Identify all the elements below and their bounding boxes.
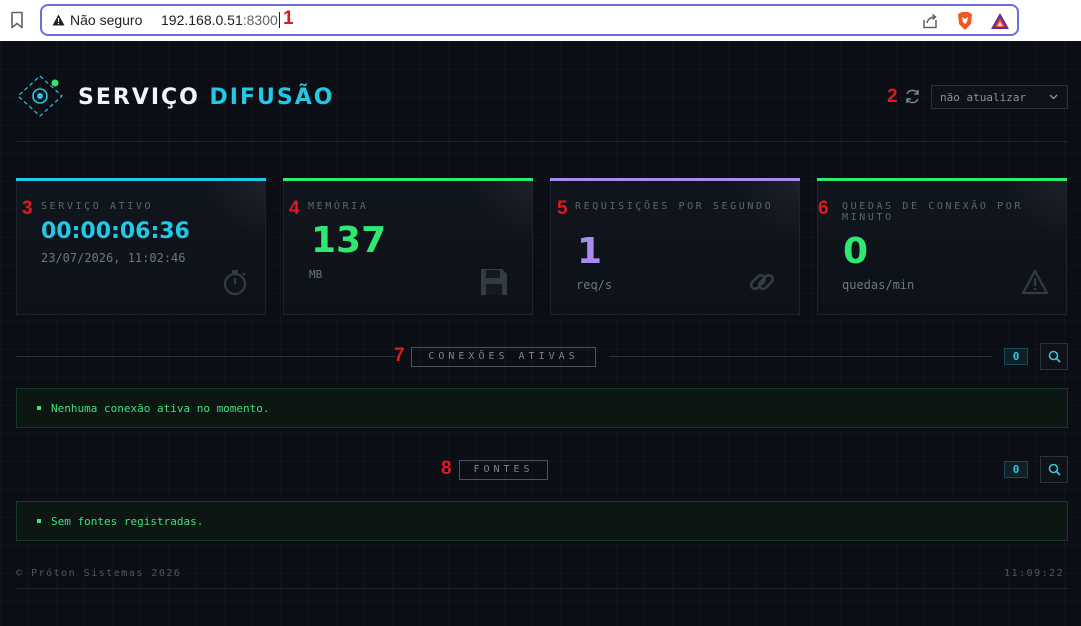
card-label: SERVIÇO ATIVO [41, 201, 154, 212]
bullet-icon [37, 519, 41, 523]
card-accent-bar [16, 178, 266, 181]
section-divider-right [609, 356, 992, 357]
annotation-8: 8 [441, 458, 452, 479]
text-cursor [278, 12, 280, 28]
app-title-part1: SERVIÇO [78, 85, 200, 110]
card-requests: 5 REQUISIÇÕES POR SEGUNDO 1 req/s [550, 178, 800, 315]
browser-toolbar: Não seguro 192.168.0.51:8300 1 [0, 0, 1081, 41]
footer-copyright: © Próton Sistemas 2026 [16, 568, 182, 579]
card-accent-bar [817, 178, 1067, 181]
security-status-label[interactable]: Não seguro [70, 12, 142, 28]
logo-icon [17, 75, 63, 117]
share-icon[interactable] [921, 12, 939, 30]
requests-value: 1 [577, 231, 603, 272]
card-label: REQUISIÇÕES POR SEGUNDO [575, 201, 774, 212]
stopwatch-icon [223, 270, 247, 296]
sources-count-badge: 0 [1004, 461, 1028, 478]
app-title: SERVIÇO DIFUSÃO [78, 85, 334, 110]
bookmark-icon[interactable] [10, 11, 24, 29]
start-timestamp: 23/07/2026, 11:02:46 [41, 251, 186, 265]
url-text[interactable]: 192.168.0.51:8300 [161, 12, 280, 28]
url-host: 192.168.0.51 [161, 12, 243, 28]
link-icon [749, 273, 775, 291]
chevron-down-icon [1049, 94, 1058, 100]
requests-unit: req/s [576, 278, 613, 292]
card-accent-bar [283, 178, 533, 181]
refresh-interval-select[interactable]: não atualizar [931, 85, 1068, 109]
connections-search-button[interactable] [1040, 343, 1068, 370]
card-accent-bar [550, 178, 800, 181]
connections-empty-text: Nenhuma conexão ativa no momento. [51, 402, 270, 415]
connections-empty-message: Nenhuma conexão ativa no momento. [16, 388, 1068, 428]
floppy-disk-icon [481, 269, 507, 295]
connections-section-title: CONEXÕES ATIVAS [411, 347, 596, 367]
annotation-3: 3 [22, 198, 33, 219]
connections-count-badge: 0 [1004, 348, 1028, 365]
card-label: MEMÓRIA [308, 201, 369, 212]
drops-value: 0 [843, 231, 869, 272]
warning-icon [1021, 269, 1049, 295]
url-port: :8300 [242, 12, 278, 28]
card-label: QUEDAS DE CONEXÃO POR MINUTO [842, 201, 1024, 223]
annotation-4: 4 [289, 198, 300, 219]
memory-unit: MB [309, 268, 323, 281]
annotation-7: 7 [394, 345, 405, 366]
sources-section-title: FONTES [459, 460, 548, 480]
search-icon [1048, 463, 1061, 476]
memory-value: 137 [311, 220, 387, 261]
brave-shield-icon[interactable] [956, 11, 974, 31]
sources-search-button[interactable] [1040, 456, 1068, 483]
warning-triangle-icon[interactable] [52, 14, 65, 26]
refresh-interval-value: não atualizar [940, 91, 1027, 104]
annotation-2: 2 [887, 86, 898, 107]
brave-rewards-icon[interactable] [990, 12, 1010, 30]
card-memory: 4 MEMÓRIA 137 MB [283, 178, 533, 315]
section-divider-left [16, 356, 396, 357]
card-drops: 6 QUEDAS DE CONEXÃO POR MINUTO 0 quedas/… [817, 178, 1067, 315]
app-title-part2: DIFUSÃO [209, 85, 335, 110]
footer-clock: 11:09:22 [1004, 568, 1065, 579]
card-uptime: 3 SERVIÇO ATIVO 00:00:06:36 23/07/2026, … [16, 178, 266, 315]
uptime-value: 00:00:06:36 [41, 219, 190, 244]
address-bar[interactable]: Não seguro 192.168.0.51:8300 [40, 4, 1019, 36]
annotation-6: 6 [818, 198, 829, 219]
dashboard: SERVIÇO DIFUSÃO 2 não atualizar 3 SERVIÇ… [0, 41, 1081, 626]
annotation-1: 1 [283, 8, 294, 29]
search-icon [1048, 350, 1061, 363]
annotation-5: 5 [557, 198, 568, 219]
bullet-icon [37, 406, 41, 410]
header-divider [16, 141, 1068, 142]
sources-empty-text: Sem fontes registradas. [51, 515, 204, 528]
drops-unit: quedas/min [842, 278, 915, 292]
sources-empty-message: Sem fontes registradas. [16, 501, 1068, 541]
refresh-icon[interactable] [904, 88, 921, 105]
footer-divider [16, 588, 1068, 589]
